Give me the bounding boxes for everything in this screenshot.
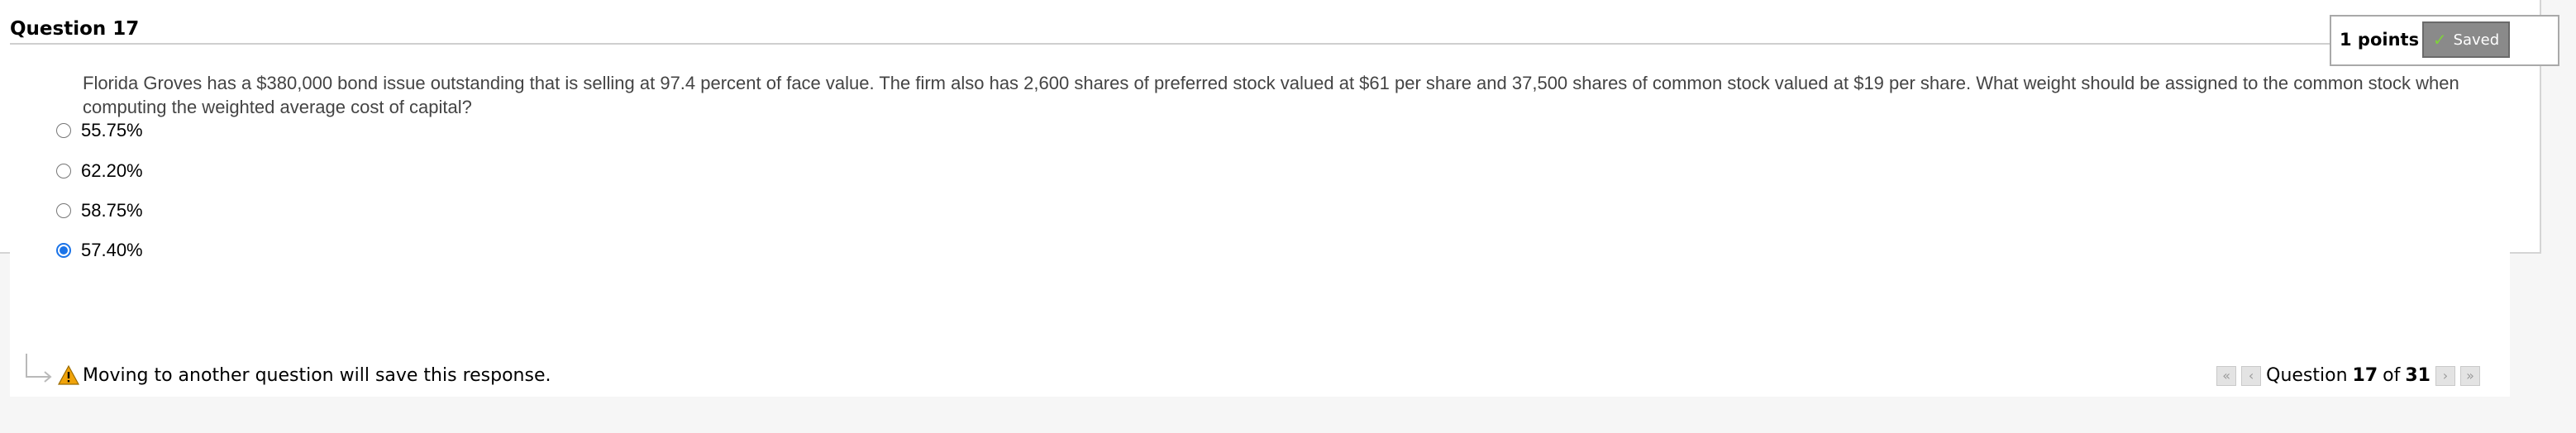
saved-badge: ✓ Saved — [2422, 21, 2510, 58]
radio-button[interactable] — [56, 164, 71, 178]
radio-button[interactable] — [56, 123, 71, 138]
save-footer: Moving to another question will save thi… — [17, 352, 2505, 393]
save-message: Moving to another question will save thi… — [83, 365, 551, 386]
last-question-icon[interactable]: » — [2460, 365, 2480, 386]
corner-arrow-icon — [26, 354, 52, 383]
check-icon: ✓ — [2432, 30, 2447, 50]
question-text: Florida Groves has a $380,000 bond issue… — [83, 73, 2459, 117]
current-question-number: 17 — [2352, 365, 2378, 386]
previous-question-icon[interactable]: ‹ — [2241, 365, 2262, 386]
answer-option[interactable]: 62.20% — [56, 159, 143, 183]
pager-prefix: Question — [2266, 365, 2348, 386]
question-pager: « ‹ Question 17 of 31 › » — [2216, 365, 2480, 386]
answer-option[interactable]: 57.40% — [56, 238, 143, 263]
option-label[interactable]: 55.75% — [81, 120, 143, 141]
total-questions: 31 — [2405, 365, 2431, 386]
question-title: Question 17 — [10, 18, 140, 40]
content-area — [10, 0, 2510, 397]
option-label[interactable]: 57.40% — [81, 240, 143, 261]
option-label[interactable]: 58.75% — [81, 200, 143, 221]
radio-button[interactable] — [56, 203, 71, 218]
points-box: 1 points ✓ Saved — [2330, 15, 2559, 66]
warning-icon — [58, 365, 79, 385]
next-question-icon[interactable]: › — [2435, 365, 2455, 386]
answer-option[interactable]: 58.75% — [56, 198, 143, 223]
saved-label: Saved — [2453, 31, 2500, 49]
pager-of: of — [2383, 365, 2401, 386]
first-question-icon[interactable]: « — [2216, 365, 2237, 386]
radio-button-selected[interactable] — [56, 243, 71, 258]
answer-option[interactable]: 55.75% — [56, 118, 143, 143]
title-divider — [10, 43, 2331, 45]
option-label[interactable]: 62.20% — [81, 160, 143, 182]
points-label: 1 points — [2340, 30, 2420, 50]
